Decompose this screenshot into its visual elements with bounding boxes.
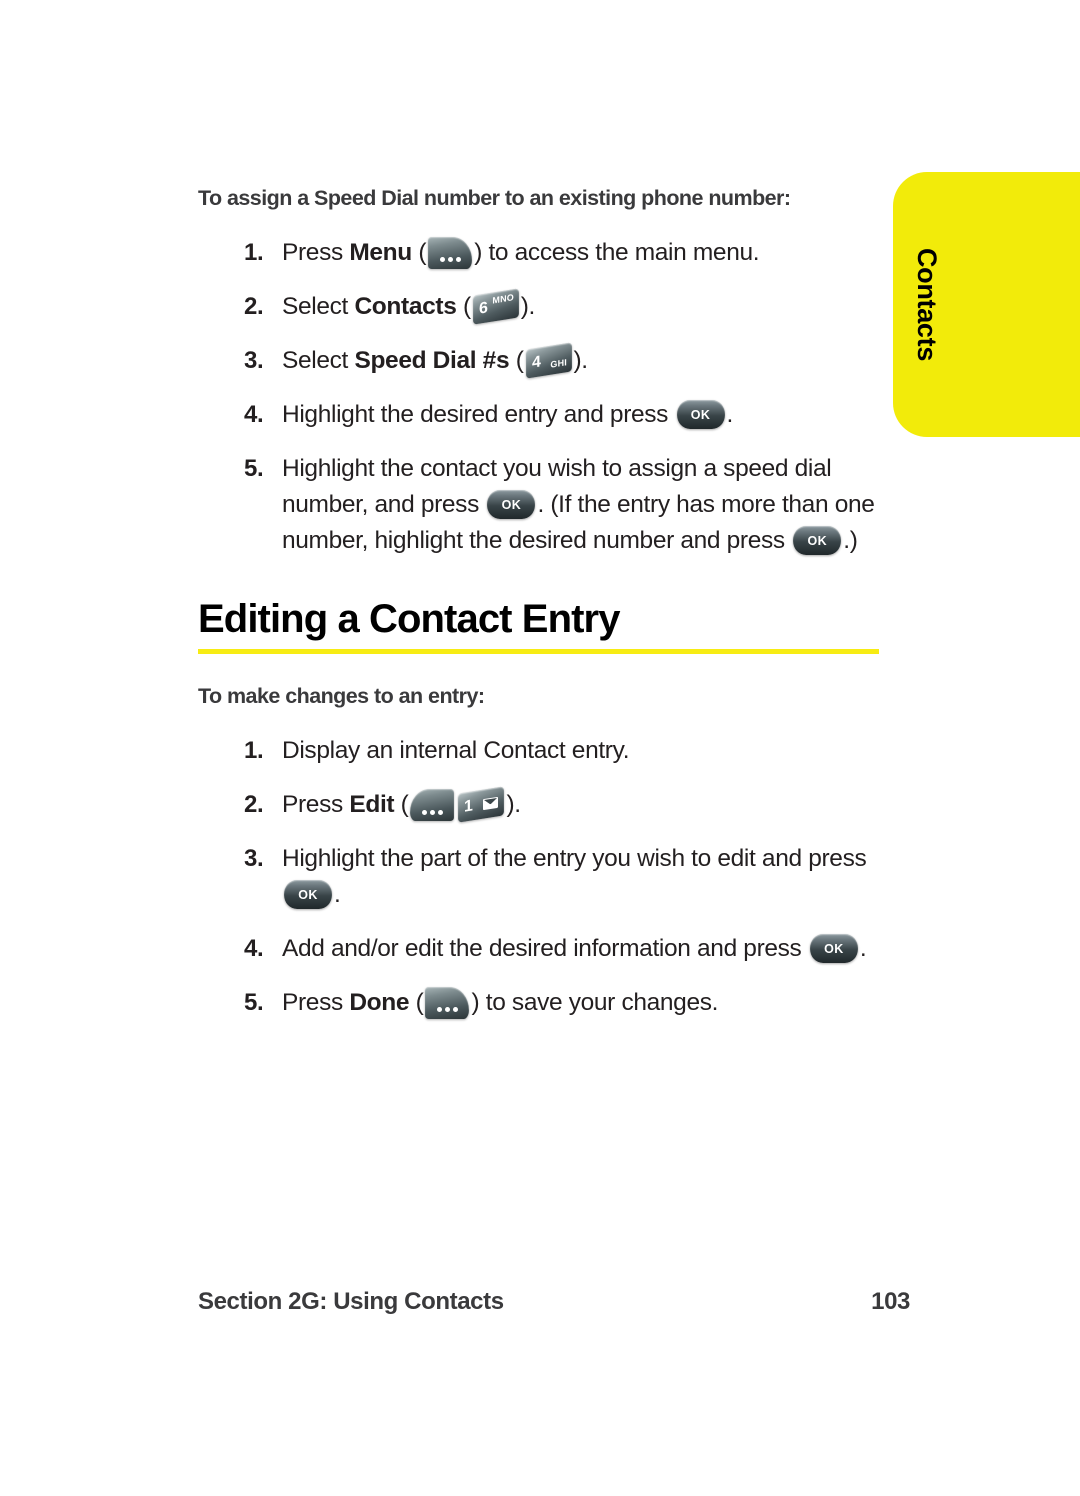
step-text-post: ) to save your changes. — [471, 989, 719, 1016]
step-text-pre: Select — [282, 293, 355, 320]
step-text-mid: ( — [409, 989, 424, 1016]
step-number: 5. — [244, 989, 264, 1016]
heading-rule — [198, 649, 879, 654]
step-text-post: . — [859, 935, 867, 962]
step-number: 2. — [244, 293, 264, 320]
step-text-post: .) — [843, 527, 858, 554]
step-number: 4. — [244, 935, 264, 962]
step-text-post: ). — [506, 791, 521, 818]
procedure-two-title: To make changes to an entry: — [198, 684, 485, 708]
key-letters: MNO — [492, 292, 514, 306]
step-text-pre: Press — [282, 791, 350, 818]
step-bold-term: Contacts — [354, 293, 457, 320]
key-ok-icon: OK — [487, 490, 536, 519]
step-text-mid: ( — [456, 293, 471, 320]
list-item: 3. Select Speed Dial #s (4 GHI). — [198, 342, 888, 379]
step-text-mid: ( — [509, 347, 524, 374]
step-text-mid: ( — [411, 239, 427, 266]
key-ok-label: OK — [298, 887, 318, 902]
procedure-one-steps: 1. Press Menu () to access the main menu… — [198, 235, 888, 559]
key-ok-label: OK — [501, 497, 522, 512]
step-bold-term: Edit — [349, 791, 395, 818]
key-digit: 1 — [464, 796, 474, 816]
key-ok-icon: OK — [284, 880, 332, 909]
step-text-pre: Display an internal Contact entry. — [282, 737, 630, 764]
step-text-pre: Add and/or edit the desired information … — [282, 935, 808, 962]
step-bold-term: Speed Dial #s — [354, 347, 510, 374]
softkey-left-done-icon — [425, 987, 470, 1019]
procedure-one-title: To assign a Speed Dial number to an exis… — [198, 186, 791, 210]
list-item: 1. Press Menu ( ) to access the main menu… — [198, 235, 888, 271]
step-text-post: ). — [573, 347, 589, 374]
step-number: 3. — [244, 347, 264, 374]
step-text-post: . — [726, 401, 734, 428]
list-item: 2. Select Contacts (6 MNO). — [198, 288, 888, 325]
key-6-mno-icon: 6 MNO — [472, 288, 519, 325]
step-text-post: ) to access the main menu. — [474, 239, 760, 266]
step-text-pre: Press — [282, 989, 350, 1016]
step-bold-term: Menu — [349, 239, 412, 266]
key-ok-icon: OK — [676, 400, 725, 429]
step-text-pre: Highlight the desired entry and press — [282, 401, 675, 428]
footer-page-number: 103 — [871, 1288, 910, 1315]
step-text-mid: ( — [394, 791, 409, 818]
key-ok-label: OK — [824, 941, 844, 956]
list-item: 2. Press Edit (1). — [198, 786, 888, 823]
page-content: To assign a Speed Dial number to an exis… — [198, 186, 888, 1039]
key-1-mail-icon: 1 — [458, 786, 505, 823]
step-number: 4. — [244, 401, 264, 428]
key-digit: 4 — [531, 352, 541, 372]
step-text-post: . — [334, 881, 341, 908]
list-item: 4. Add and/or edit the desired informati… — [198, 931, 888, 967]
key-4-ghi-icon: 4 GHI — [525, 342, 572, 379]
step-text-pre: Highlight the part of the entry you wish… — [282, 845, 867, 872]
key-ok-label: OK — [690, 407, 711, 422]
step-bold-term: Done — [349, 989, 410, 1016]
footer-section-label: Section 2G: Using Contacts — [198, 1288, 504, 1315]
key-ok-label: OK — [807, 533, 828, 548]
step-number: 1. — [244, 737, 264, 764]
step-number: 2. — [244, 791, 264, 818]
step-text-post: ). — [520, 293, 536, 320]
key-ok-icon: OK — [793, 526, 842, 555]
step-number: 1. — [244, 239, 264, 266]
list-item: 1. Display an internal Contact entry. — [198, 733, 888, 769]
list-item: 4. Highlight the desired entry and press… — [198, 397, 888, 433]
softkey-left-menu-icon — [428, 237, 473, 269]
list-item: 3. Highlight the part of the entry you w… — [198, 841, 888, 913]
softkey-right-edit-icon — [410, 789, 455, 821]
step-number: 5. — [244, 455, 264, 482]
page-title: Editing a Contact Entry — [198, 597, 620, 641]
key-ok-icon: OK — [809, 934, 858, 963]
chapter-side-tab-label: Contacts — [912, 247, 942, 362]
key-digit: 6 — [478, 298, 488, 318]
envelope-icon — [483, 796, 499, 810]
list-item: 5. Press Done ( ) to save your changes. — [198, 985, 888, 1021]
step-text-pre: Select — [282, 347, 355, 374]
list-item: 5. Highlight the contact you wish to ass… — [198, 451, 888, 559]
step-text-pre: Press — [282, 239, 350, 266]
key-letters: GHI — [549, 357, 567, 370]
page-footer: Section 2G: Using Contacts 103 — [198, 1288, 910, 1316]
step-number: 3. — [244, 845, 264, 872]
procedure-two-steps: 1. Display an internal Contact entry. 2.… — [198, 733, 888, 1021]
chapter-side-tab: Contacts — [893, 172, 1080, 437]
